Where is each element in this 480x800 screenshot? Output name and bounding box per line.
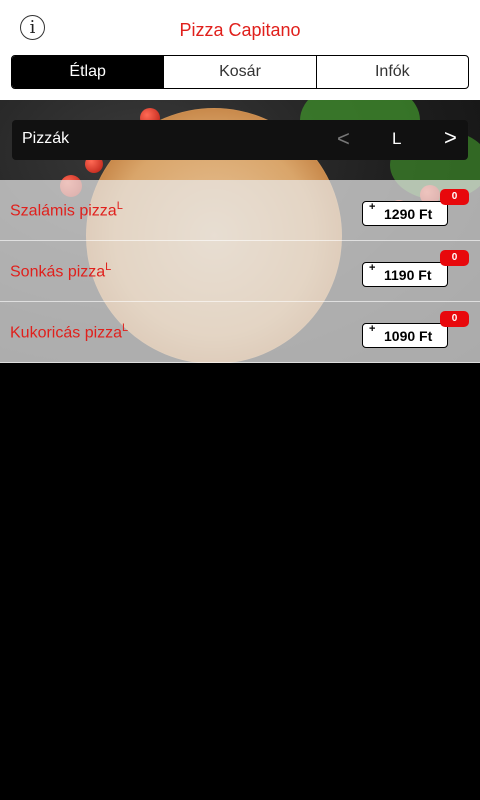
item-price: 1290 Ft xyxy=(384,206,433,222)
size-mark: L xyxy=(116,200,123,212)
size-mark: L xyxy=(105,261,112,273)
plus-icon: + xyxy=(369,201,376,213)
size-mark: L xyxy=(122,322,129,334)
prev-size-button[interactable]: < xyxy=(337,126,350,152)
item-price: 1090 Ft xyxy=(384,328,433,344)
item-name[interactable]: Kukoricás pizzaL xyxy=(10,322,128,342)
next-size-button[interactable]: > xyxy=(444,125,457,151)
page-title: Pizza Capitano xyxy=(179,20,301,40)
menu-item[interactable]: Szalámis pizzaL + 1290 Ft 0 xyxy=(0,180,480,241)
item-price: 1190 Ft xyxy=(384,267,432,283)
tab-infok[interactable]: Infók xyxy=(315,56,468,88)
app-header: i Pizza Capitano Étlap Kosár Infók xyxy=(0,0,480,100)
add-to-cart-button[interactable]: + 1290 Ft xyxy=(362,201,448,226)
cart-count-badge: 0 xyxy=(440,189,469,205)
menu-list: Szalámis pizzaL + 1290 Ft 0 Sonkás pizza… xyxy=(0,180,480,363)
add-to-cart-button[interactable]: + 1090 Ft xyxy=(362,323,448,348)
item-name[interactable]: Szalámis pizzaL xyxy=(10,200,123,220)
category-label: Pizzák xyxy=(22,130,70,147)
tab-etlap[interactable]: Étlap xyxy=(12,56,164,88)
size-label: L xyxy=(392,129,402,148)
menu-item[interactable]: Kukoricás pizzaL + 1090 Ft 0 xyxy=(0,302,480,363)
cart-count-badge: 0 xyxy=(440,311,469,327)
add-to-cart-button[interactable]: + 1190 Ft xyxy=(362,262,448,287)
category-bar: Pizzák < L > xyxy=(12,120,468,160)
menu-item[interactable]: Sonkás pizzaL + 1190 Ft 0 xyxy=(0,241,480,302)
plus-icon: + xyxy=(369,262,376,274)
item-name[interactable]: Sonkás pizzaL xyxy=(10,261,111,281)
plus-icon: + xyxy=(369,323,376,335)
cart-count-badge: 0 xyxy=(440,250,469,266)
tab-kosar[interactable]: Kosár xyxy=(163,56,315,88)
tab-bar: Étlap Kosár Infók xyxy=(11,55,469,89)
